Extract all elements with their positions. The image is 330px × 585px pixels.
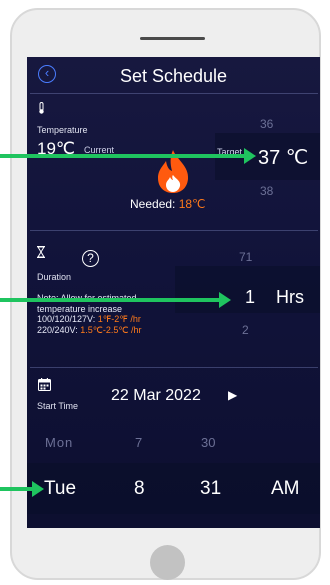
hourglass-icon: [37, 246, 45, 258]
note-line-3: 100/120/127V: 1℉-2℉ /hr: [37, 314, 141, 325]
home-button[interactable]: [150, 545, 185, 580]
help-icon[interactable]: ?: [82, 250, 99, 267]
hour-picker-above[interactable]: 7: [135, 435, 142, 450]
duration-label: Duration: [37, 272, 72, 282]
note-line-2: temperature increase: [37, 303, 123, 314]
annotation-arrow-temperature: [0, 154, 246, 158]
day-picker-above[interactable]: Mon: [45, 435, 73, 450]
note-line-4: 220/240V: 1.5℃-2.5℃ /hr: [37, 325, 141, 336]
note-line-4-value: 1.5℃-2.5℃ /hr: [80, 324, 142, 335]
annotation-arrow-duration: [0, 298, 221, 302]
duration-divider: [30, 367, 318, 368]
annotation-arrowhead-duration: [219, 292, 231, 308]
target-picker-above[interactable]: 36: [260, 117, 273, 131]
hour-picker-selected[interactable]: 8: [134, 478, 145, 500]
start-date[interactable]: 22 Mar 2022: [111, 387, 201, 405]
note-line-3-value: 1℉-2℉ /hr: [97, 314, 141, 324]
target-picker-selected[interactable]: 37 ℃: [258, 145, 308, 170]
target-picker-below[interactable]: 38: [260, 184, 273, 198]
note-line-3-label: 100/120/127V:: [37, 314, 98, 324]
day-picker-selected[interactable]: Tue: [44, 478, 76, 500]
needed-value: 18℃: [178, 197, 206, 211]
help-icon-glyph: ?: [87, 251, 94, 265]
calendar-icon: [38, 378, 51, 391]
note-line-4-label: 220/240V:: [37, 324, 81, 335]
needed-temperature: Needed: 18℃: [130, 197, 206, 211]
page-title: Set Schedule: [119, 66, 228, 86]
duration-picker-above[interactable]: 71: [239, 250, 252, 264]
minute-picker-above[interactable]: 30: [201, 435, 215, 450]
duration-picker-unit: Hrs: [276, 287, 304, 307]
phone-speaker: [140, 37, 205, 40]
duration-picker-below[interactable]: 2: [242, 323, 249, 337]
thermometer-icon: [39, 102, 44, 114]
temperature-divider: [30, 230, 318, 231]
needed-label: Needed:: [130, 197, 179, 211]
duration-picker-selected[interactable]: 1: [245, 287, 255, 308]
annotation-arrow-start-time: [0, 487, 34, 491]
next-date-icon[interactable]: ▶: [228, 388, 237, 402]
annotation-arrowhead-temperature: [244, 148, 256, 164]
app-screen: ‹ Set Schedule Temperature 19℃ Current T…: [27, 57, 320, 528]
start-time-label: Start Time: [37, 401, 79, 411]
temperature-label: Temperature: [37, 125, 88, 135]
ampm-picker-selected[interactable]: AM: [271, 478, 300, 500]
header-divider: [30, 93, 318, 94]
annotation-arrowhead-start-time: [32, 481, 44, 497]
minute-picker-selected[interactable]: 31: [200, 478, 221, 500]
